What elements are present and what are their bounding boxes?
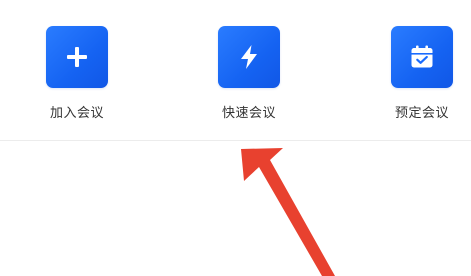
section-divider xyxy=(0,140,471,141)
quick-meeting-button[interactable]: 快速会议 xyxy=(194,26,304,126)
join-meeting-label: 加入会议 xyxy=(49,106,104,121)
meeting-actions-panel: 加入会议 快速会议 预定会议 xyxy=(0,0,471,276)
schedule-meeting-tile[interactable] xyxy=(391,26,453,88)
calendar-check-icon xyxy=(411,45,433,68)
quick-meeting-label: 快速会议 xyxy=(221,106,276,121)
join-meeting-button[interactable]: 加入会议 xyxy=(22,26,132,126)
schedule-meeting-label: 预定会议 xyxy=(394,106,449,121)
schedule-meeting-button[interactable]: 预定会议 xyxy=(367,26,471,126)
lightning-bolt-icon xyxy=(241,45,257,69)
plus-icon xyxy=(67,47,87,67)
join-meeting-tile[interactable] xyxy=(46,26,108,88)
quick-meeting-tile[interactable] xyxy=(218,26,280,88)
